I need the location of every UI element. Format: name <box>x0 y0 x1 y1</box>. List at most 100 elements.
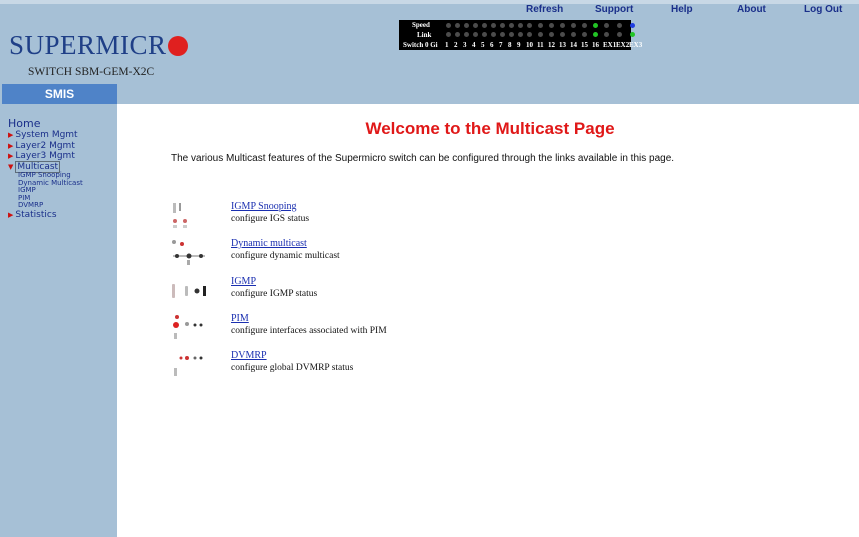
port-number-label: 5 <box>481 41 485 49</box>
expand-arrow-icon: ▶ <box>8 210 14 219</box>
igmp-link[interactable]: IGMP <box>231 276 256 287</box>
tree-item-label: Statistics <box>15 209 57 220</box>
collapse-arrow-icon: ▼ <box>8 162 14 171</box>
port-led-speed <box>549 23 554 28</box>
port-led-speed <box>455 23 460 28</box>
port-led-speed <box>491 23 496 28</box>
port-led-link <box>527 32 532 37</box>
port-led-speed <box>560 23 565 28</box>
port-led-speed <box>571 23 576 28</box>
port-led-link <box>617 32 622 37</box>
port-led-link <box>446 32 451 37</box>
port-led-speed <box>604 23 609 28</box>
dynamic-multicast-desc: configure dynamic multicast <box>231 251 340 261</box>
port-led-link <box>500 32 505 37</box>
supermicro-logo: SUPERMICR <box>9 30 188 61</box>
port-row-label: Switch 0 Gi <box>403 41 438 49</box>
port-number-label: 14 <box>570 41 577 49</box>
dvmrp-link[interactable]: DVMRP <box>231 350 267 361</box>
port-led-speed <box>630 23 635 28</box>
port-led-link <box>571 32 576 37</box>
dynamic-multicast-link[interactable]: Dynamic multicast <box>231 238 307 249</box>
dvmrp-desc: configure global DVMRP status <box>231 363 354 373</box>
logo-o-dot-icon <box>167 36 188 56</box>
logo-text: SUPERMICR <box>9 30 167 60</box>
port-number-label: EX1 <box>603 41 617 49</box>
port-led-speed <box>538 23 543 28</box>
port-led-speed <box>518 23 523 28</box>
port-number-label: 8 <box>508 41 512 49</box>
port-led-link <box>509 32 514 37</box>
link-label: Link <box>417 31 432 39</box>
port-led-link <box>464 32 469 37</box>
port-number-label: 13 <box>559 41 566 49</box>
tree-item-layer2-mgmt[interactable]: ▶ Layer2 Mgmt <box>8 141 83 152</box>
port-led-speed <box>582 23 587 28</box>
port-led-link <box>473 32 478 37</box>
refresh-link[interactable]: Refresh <box>526 4 563 15</box>
tree-item-layer3-mgmt[interactable]: ▶ Layer3 Mgmt <box>8 151 83 162</box>
port-led-link <box>518 32 523 37</box>
page-title: Welcome to the Multicast Page <box>365 119 615 138</box>
port-number-label: 11 <box>537 41 544 49</box>
port-number-label: 3 <box>463 41 467 49</box>
port-led-speed <box>617 23 622 28</box>
pim-desc: configure interfaces associated with PIM <box>231 326 387 336</box>
help-link[interactable]: Help <box>671 4 693 15</box>
speed-label: Speed <box>412 21 430 29</box>
port-led-link <box>560 32 565 37</box>
port-led-speed <box>593 23 598 28</box>
port-led-link <box>604 32 609 37</box>
port-number-label: 16 <box>592 41 599 49</box>
port-number-label: 12 <box>548 41 555 49</box>
port-number-label: 2 <box>454 41 458 49</box>
port-number-label: 4 <box>472 41 476 49</box>
tree-item-statistics[interactable]: ▶ Statistics <box>8 210 83 221</box>
port-number-label: 15 <box>581 41 588 49</box>
port-led-link <box>455 32 460 37</box>
port-led-speed <box>464 23 469 28</box>
port-led-link <box>630 32 635 37</box>
dvmrp-icon <box>174 356 203 376</box>
pim-icon <box>173 315 203 339</box>
support-link[interactable]: Support <box>595 4 633 15</box>
port-number-label: EX2 <box>616 41 630 49</box>
port-number-label: 6 <box>490 41 494 49</box>
port-led-link <box>482 32 487 37</box>
pim-link[interactable]: PIM <box>231 313 249 324</box>
intro-text: The various Multicast features of the Su… <box>171 153 675 164</box>
igmp-desc: configure IGMP status <box>231 289 318 299</box>
tree-item-label: Layer3 Mgmt <box>15 151 75 161</box>
port-led-speed <box>527 23 532 28</box>
expand-arrow-icon: ▶ <box>8 141 14 150</box>
port-status-panel: Speed Link Switch 0 Gi 1 2 3 4 5 6 7 8 9 10 11 12 13… <box>399 20 642 50</box>
port-led-speed <box>509 23 514 28</box>
tree-sub-dvmrp[interactable]: DVMRP <box>8 201 83 210</box>
port-led-link <box>491 32 496 37</box>
port-number-label: 1 <box>445 41 449 49</box>
smis-header: SMIS <box>2 84 117 104</box>
port-number-label: EX3 <box>629 41 643 49</box>
port-led-link <box>582 32 587 37</box>
port-led-link <box>549 32 554 37</box>
port-led-speed <box>482 23 487 28</box>
switch-model: SWITCH SBM-GEM-X2C <box>28 66 155 78</box>
port-led-speed <box>473 23 478 28</box>
port-led-speed <box>500 23 505 28</box>
port-number-label: 10 <box>526 41 533 49</box>
dynamic-multicast-icon <box>172 240 205 265</box>
igmp-snooping-icon <box>173 203 187 228</box>
tree-item-label: Layer2 Mgmt <box>15 140 75 151</box>
about-link[interactable]: About <box>737 4 766 15</box>
igmp-snooping-desc: configure IGS status <box>231 214 310 224</box>
port-number-label: 7 <box>499 41 503 49</box>
igmp-icon <box>172 284 206 298</box>
expand-arrow-icon: ▶ <box>8 152 14 160</box>
logout-link[interactable]: Log Out <box>804 4 842 15</box>
port-led-link <box>538 32 543 37</box>
port-led-speed <box>446 23 451 28</box>
port-number-label: 9 <box>517 41 521 49</box>
igmp-snooping-link[interactable]: IGMP Snooping <box>231 201 296 212</box>
port-led-link <box>593 32 598 37</box>
top-nav: Refresh Support Help About Log Out <box>0 4 859 18</box>
